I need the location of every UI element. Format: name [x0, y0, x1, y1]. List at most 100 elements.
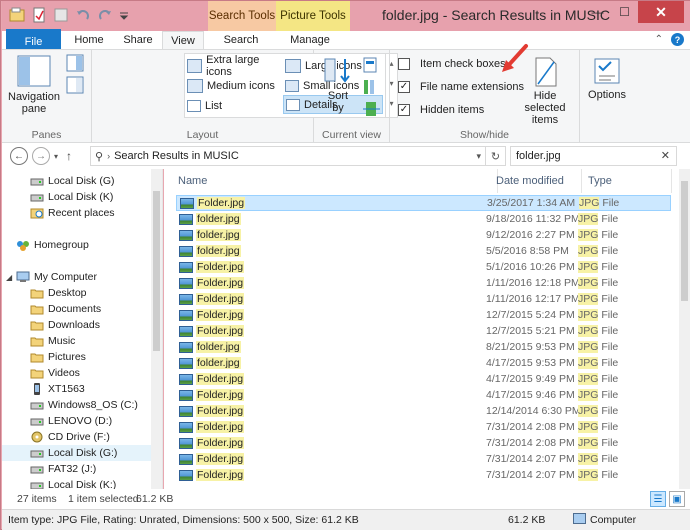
chevron-up-icon[interactable]: ⌃ — [655, 34, 663, 45]
help-icon[interactable]: ? — [671, 33, 684, 46]
size-columns-button[interactable] — [362, 100, 384, 118]
file-row[interactable]: Folder.jpg 12/7/2015 5:21 PM JPG File — [176, 323, 671, 339]
column-name[interactable]: Name — [172, 169, 498, 193]
address-dropdown-icon[interactable]: ▾ — [476, 151, 481, 162]
add-columns-button[interactable] — [362, 78, 384, 96]
hidden-items-checkbox[interactable]: ✓ — [398, 103, 410, 116]
tab-search[interactable]: Search — [217, 31, 265, 49]
file-row[interactable]: Folder.jpg 7/31/2014 2:08 PM JPG File — [176, 419, 671, 435]
nav-item[interactable]: Local Disk (K) — [30, 189, 113, 205]
file-row[interactable]: folder.jpg 4/17/2015 9:53 PM JPG File — [176, 355, 671, 371]
refresh-button[interactable]: ↻ — [486, 146, 506, 166]
properties-icon[interactable] — [30, 6, 48, 24]
file-date: 9/12/2016 2:27 PM — [486, 229, 575, 241]
recent-locations-icon[interactable]: ▾ — [54, 152, 58, 161]
address-field[interactable]: ⚲ › Search Results in MUSIC ▾ — [90, 146, 486, 166]
redo-icon[interactable] — [96, 6, 114, 24]
breadcrumb-chevron-icon[interactable]: › — [107, 151, 110, 161]
details-view-toggle[interactable]: ☰ — [650, 491, 666, 507]
nav-item[interactable]: XT1563 — [30, 381, 85, 397]
close-button[interactable]: ✕ — [638, 1, 684, 23]
large-icons-view-toggle[interactable]: ▣ — [669, 491, 685, 507]
hide-selected-items-button[interactable]: Hide selected items — [512, 56, 578, 126]
file-type-highlight: JPG — [578, 213, 599, 225]
file-row[interactable]: Folder.jpg 7/31/2014 2:07 PM JPG File — [176, 467, 671, 483]
file-row[interactable]: folder.jpg 9/18/2016 11:32 PM JPG File — [176, 211, 671, 227]
nav-item[interactable]: Local Disk (G) — [30, 173, 115, 189]
nav-item[interactable]: CD Drive (F:) — [30, 429, 110, 445]
options-button[interactable]: Options — [584, 56, 630, 118]
group-by-button[interactable] — [362, 56, 384, 74]
search-input[interactable]: folder.jpg ✕ — [510, 146, 677, 166]
column-date-modified[interactable]: Date modified — [490, 169, 582, 193]
nav-item[interactable]: Recent places — [30, 205, 115, 221]
nav-item[interactable]: LENOVO (D:) — [30, 413, 112, 429]
navigation-pane-button[interactable]: Navigation pane — [8, 54, 60, 120]
file-row[interactable]: Folder.jpg 7/31/2014 2:08 PM JPG File — [176, 435, 671, 451]
extra-large-icons-option[interactable]: Extra large icons — [187, 54, 283, 78]
nav-item[interactable]: Desktop — [30, 285, 87, 301]
nav-item[interactable]: Music — [30, 333, 75, 349]
file-row[interactable]: folder.jpg 5/5/2016 8:58 PM JPG File — [176, 243, 671, 259]
undo-icon[interactable] — [74, 6, 92, 24]
tab-manage[interactable]: Manage — [285, 31, 335, 49]
minimize-button[interactable]: — — [584, 1, 611, 23]
nav-scrollbar[interactable] — [151, 169, 162, 489]
tab-view[interactable]: View — [162, 31, 204, 50]
expanded-chevron-icon[interactable]: ◢ — [6, 273, 12, 282]
nav-item[interactable]: Documents — [30, 301, 101, 317]
new-folder-icon[interactable] — [52, 6, 70, 24]
back-button[interactable]: ← — [10, 147, 28, 165]
nav-item[interactable]: ◢ My Computer — [6, 269, 97, 285]
up-button[interactable]: ↑ — [66, 149, 72, 163]
column-type[interactable]: Type — [582, 169, 672, 193]
file-scrollbar[interactable] — [679, 169, 690, 489]
hidden-items-option[interactable]: ✓ Hidden items — [398, 100, 484, 119]
file-name-extensions-checkbox[interactable]: ✓ — [398, 80, 410, 93]
file-row[interactable]: Folder.jpg 12/14/2014 6:30 PM JPG File — [176, 403, 671, 419]
sort-by-button[interactable]: Sort by — [320, 56, 356, 118]
forward-button[interactable]: → — [32, 147, 50, 165]
maximize-button[interactable]: ☐ — [611, 1, 638, 23]
list-option[interactable]: List — [187, 96, 283, 115]
file-row[interactable]: Folder.jpg 7/31/2014 2:07 PM JPG File — [176, 451, 671, 467]
file-row[interactable]: folder.jpg 9/12/2016 2:27 PM JPG File — [176, 227, 671, 243]
file-row[interactable]: Folder.jpg 1/11/2016 12:18 PM JPG File — [176, 275, 671, 291]
tab-home[interactable]: Home — [68, 31, 110, 49]
file-name-cell: folder.jpg — [176, 213, 480, 225]
nav-scroll-thumb[interactable] — [153, 191, 160, 351]
preview-pane-button[interactable] — [66, 54, 84, 72]
item-check-boxes-checkbox[interactable] — [398, 57, 410, 70]
file-row[interactable]: Folder.jpg 3/25/2017 1:34 AM JPG File — [176, 195, 671, 211]
file-row[interactable]: Folder.jpg 5/1/2016 10:26 PM JPG File — [176, 259, 671, 275]
nav-item[interactable]: Windows8_OS (C:) — [30, 397, 138, 413]
nav-item[interactable]: Local Disk (K:) — [30, 477, 116, 489]
nav-item-label: Documents — [48, 303, 102, 315]
details-pane-button[interactable] — [66, 76, 84, 94]
file-name-cell: Folder.jpg — [176, 309, 480, 321]
file-row[interactable]: folder.jpg 8/21/2015 9:53 PM JPG File — [176, 339, 671, 355]
file-row[interactable]: Folder.jpg 1/11/2016 12:17 PM JPG File — [176, 291, 671, 307]
nav-item[interactable]: Local Disk (G:) — [2, 445, 152, 461]
clear-search-icon[interactable]: ✕ — [661, 149, 670, 162]
nav-item[interactable]: Downloads — [30, 317, 100, 333]
show-hide-group-label: Show/hide — [459, 129, 510, 141]
file-scroll-thumb[interactable] — [681, 181, 688, 301]
nav-item[interactable]: FAT32 (J:) — [30, 461, 96, 477]
app-icon[interactable] — [8, 6, 26, 24]
file-name-extensions-option[interactable]: ✓ File name extensions — [398, 77, 524, 96]
file-type-cell: JPG File — [572, 341, 662, 353]
nav-item[interactable]: Pictures — [30, 349, 86, 365]
file-name: folder.jpg — [196, 357, 241, 369]
nav-item[interactable]: Homegroup — [16, 237, 89, 253]
file-row[interactable]: Folder.jpg 4/17/2015 9:46 PM JPG File — [176, 387, 671, 403]
customize-toolbar-icon[interactable] — [118, 6, 130, 24]
file-row[interactable]: Folder.jpg 12/7/2015 5:24 PM JPG File — [176, 307, 671, 323]
file-date: 8/21/2015 9:53 PM — [486, 341, 575, 353]
file-row[interactable]: Folder.jpg 4/17/2015 9:49 PM JPG File — [176, 371, 671, 387]
medium-icons-option[interactable]: Medium icons — [187, 76, 283, 95]
item-check-boxes-option[interactable]: Item check boxes — [398, 54, 506, 73]
breadcrumb-path[interactable]: Search Results in MUSIC — [114, 150, 239, 162]
nav-item[interactable]: Videos — [30, 365, 80, 381]
tab-share[interactable]: Share — [116, 31, 160, 49]
